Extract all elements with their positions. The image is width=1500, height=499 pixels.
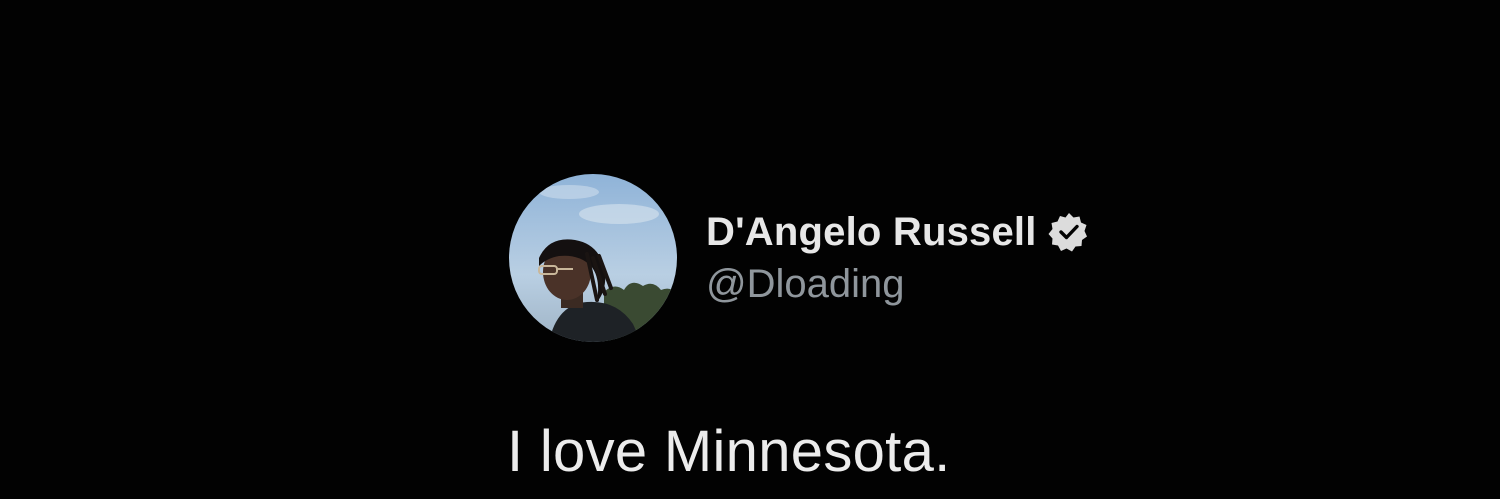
- display-name[interactable]: D'Angelo Russell: [706, 210, 1037, 255]
- tweet-card: D'Angelo Russell @Dloading I love Minnes…: [0, 0, 1500, 499]
- verified-badge-icon: [1047, 210, 1091, 254]
- display-name-row: D'Angelo Russell: [706, 204, 1091, 260]
- tweet-text: I love Minnesota.: [507, 419, 951, 484]
- profile-photo: [509, 174, 677, 342]
- user-handle[interactable]: @Dloading: [706, 262, 905, 307]
- avatar[interactable]: [509, 174, 677, 342]
